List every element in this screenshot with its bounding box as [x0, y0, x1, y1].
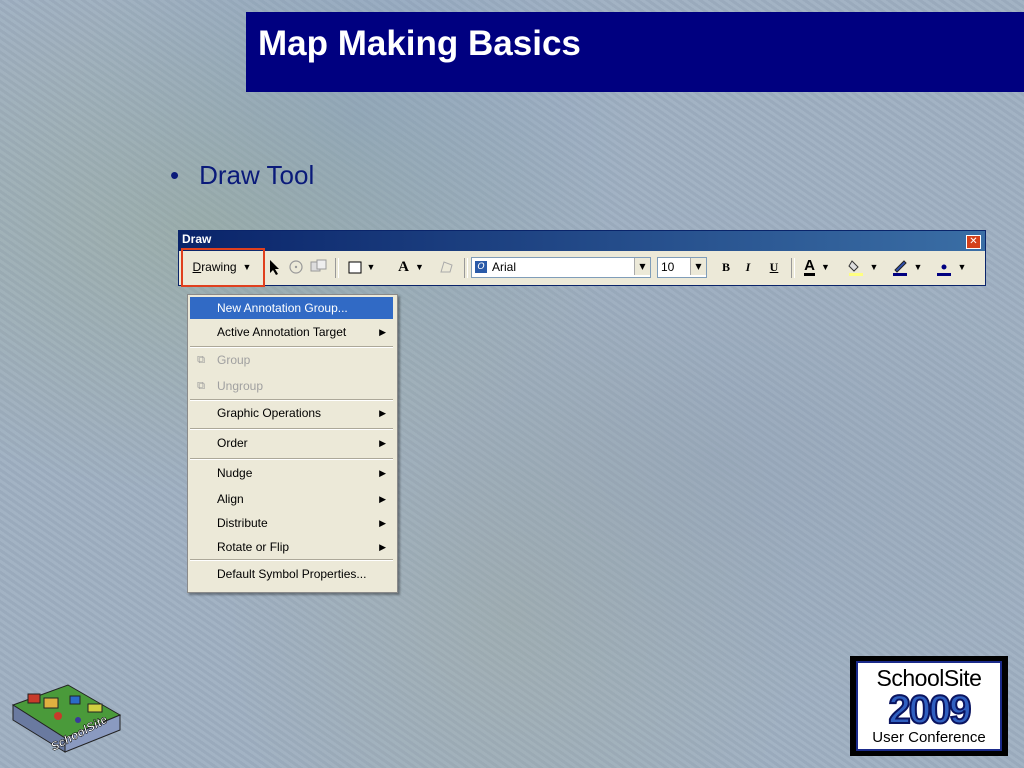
- logo-subtitle-text: User Conference: [872, 729, 986, 746]
- chevron-down-icon: ▼: [366, 262, 376, 272]
- menu-item-align[interactable]: Align ▶: [190, 488, 393, 510]
- draw-toolbar: Drawing ▼ ▼ A ▼ O Arial ▼ 10 ▼ B I U A ▼…: [179, 252, 985, 285]
- marker-dot-icon: [936, 264, 951, 276]
- submenu-arrow-icon: ▶: [379, 467, 386, 478]
- close-icon[interactable]: ✕: [966, 235, 981, 249]
- submenu-arrow-icon: ▶: [379, 407, 386, 418]
- window-titlebar[interactable]: Draw ✕: [179, 231, 985, 251]
- schoolsite-2009-user-conference-logo: SchoolSite 2009 User Conference: [850, 656, 1008, 756]
- menu-item-label: Active Annotation Target: [217, 325, 347, 339]
- chevron-down-icon: ▼: [820, 262, 830, 272]
- bold-button[interactable]: B: [717, 256, 735, 278]
- zoom-to-elements-icon: [310, 259, 327, 272]
- schoolsite-logo-left: SchoolSite: [8, 680, 123, 760]
- bullet-item: • Draw Tool: [170, 160, 314, 191]
- menu-item-order[interactable]: Order ▶: [190, 432, 393, 454]
- menu-separator: [190, 559, 393, 561]
- drawing-dropdown-menu: New Annotation Group... Active Annotatio…: [187, 294, 398, 593]
- marker-color-button[interactable]: ▼: [931, 256, 971, 278]
- menu-item-group[interactable]: ⧉ Group: [190, 349, 393, 371]
- menu-item-label: Align: [217, 492, 244, 506]
- menu-item-new-annotation-group[interactable]: New Annotation Group...: [190, 297, 393, 319]
- font-name-dropdown[interactable]: O Arial ▼: [471, 257, 651, 278]
- submenu-arrow-icon: ▶: [379, 326, 386, 337]
- text-a-icon: A: [398, 258, 409, 275]
- menu-separator: [190, 346, 393, 348]
- bullet-text: Draw Tool: [199, 160, 315, 190]
- rotate-icon: [289, 260, 303, 274]
- new-rectangle-button[interactable]: ▼: [343, 256, 379, 278]
- select-elements-button[interactable]: [267, 256, 283, 278]
- menu-item-label: Graphic Operations: [217, 406, 322, 420]
- chevron-down-icon: ▼: [957, 262, 967, 272]
- submenu-arrow-icon: ▶: [379, 493, 386, 504]
- chevron-down-icon: ▼: [414, 262, 424, 272]
- drawing-menu-highlight-box: [181, 248, 265, 287]
- menu-separator: [190, 428, 393, 430]
- font-size-value: 10: [661, 260, 675, 274]
- ungroup-icon: ⧉: [197, 379, 205, 392]
- logo-year-text: 2009: [888, 688, 973, 732]
- rotate-button[interactable]: [287, 256, 305, 278]
- menu-separator: [190, 399, 393, 401]
- underline-button[interactable]: U: [765, 256, 783, 278]
- fill-bucket-icon: [847, 260, 863, 276]
- menu-item-graphic-operations[interactable]: Graphic Operations ▶: [190, 402, 393, 424]
- menu-item-label: New Annotation Group...: [217, 301, 348, 315]
- menu-item-label: Nudge: [217, 466, 253, 480]
- submenu-arrow-icon: ▶: [379, 517, 386, 528]
- fill-color-button[interactable]: ▼: [843, 256, 883, 278]
- pointer-arrow-icon: [270, 260, 279, 275]
- menu-item-label: Rotate or Flip: [217, 540, 290, 554]
- pencil-icon: [892, 260, 907, 276]
- menu-item-label: Distribute: [217, 516, 268, 530]
- chevron-down-icon: ▼: [869, 262, 879, 272]
- menu-item-ungroup[interactable]: ⧉ Ungroup: [190, 375, 393, 397]
- toolbar-separator: [335, 258, 339, 278]
- draw-toolbar-window: Draw ✕ Drawing ▼ ▼ A ▼ O Arial ▼ 10 ▼ B …: [178, 230, 986, 287]
- font-color-button[interactable]: A ▼: [797, 256, 837, 278]
- bullet-marker: •: [170, 160, 180, 190]
- rectangle-icon: [348, 261, 362, 274]
- menu-item-rotate-or-flip[interactable]: Rotate or Flip ▶: [190, 536, 393, 558]
- opentype-font-icon: O: [475, 261, 487, 273]
- font-name-value: Arial: [492, 260, 517, 274]
- menu-item-default-symbol-properties[interactable]: Default Symbol Properties...: [190, 563, 393, 585]
- menu-item-label: Group: [217, 353, 251, 367]
- logo-inner-panel: SchoolSite 2009 User Conference: [856, 661, 1002, 751]
- group-icon: ⧉: [197, 353, 205, 366]
- slide-title: Map Making Basics: [258, 24, 581, 63]
- zoom-to-selected-button[interactable]: [309, 256, 329, 278]
- menu-item-distribute[interactable]: Distribute ▶: [190, 512, 393, 534]
- toolbar-separator: [464, 258, 468, 278]
- slide-title-bar: Map Making Basics: [246, 12, 1024, 92]
- edit-vertices-icon: [440, 261, 453, 273]
- chevron-down-icon: ▼: [913, 262, 923, 272]
- menu-item-label: Ungroup: [217, 379, 264, 393]
- text-tool-button[interactable]: A ▼: [393, 256, 429, 278]
- chevron-down-icon[interactable]: ▼: [690, 258, 706, 275]
- menu-item-label: Default Symbol Properties...: [217, 567, 367, 581]
- menu-item-active-annotation-target[interactable]: Active Annotation Target ▶: [190, 321, 393, 343]
- menu-item-nudge[interactable]: Nudge ▶: [190, 462, 393, 484]
- toolbar-separator: [791, 258, 795, 278]
- menu-separator: [190, 458, 393, 460]
- chevron-down-icon[interactable]: ▼: [634, 258, 650, 275]
- submenu-arrow-icon: ▶: [379, 437, 386, 448]
- font-color-icon: A: [804, 256, 815, 276]
- font-size-dropdown[interactable]: 10 ▼: [657, 257, 707, 278]
- italic-button[interactable]: I: [739, 256, 757, 278]
- window-title: Draw: [182, 232, 212, 246]
- line-color-button[interactable]: ▼: [887, 256, 927, 278]
- submenu-arrow-icon: ▶: [379, 541, 386, 552]
- menu-item-label: Order: [217, 436, 248, 450]
- edit-vertices-button[interactable]: [437, 256, 457, 278]
